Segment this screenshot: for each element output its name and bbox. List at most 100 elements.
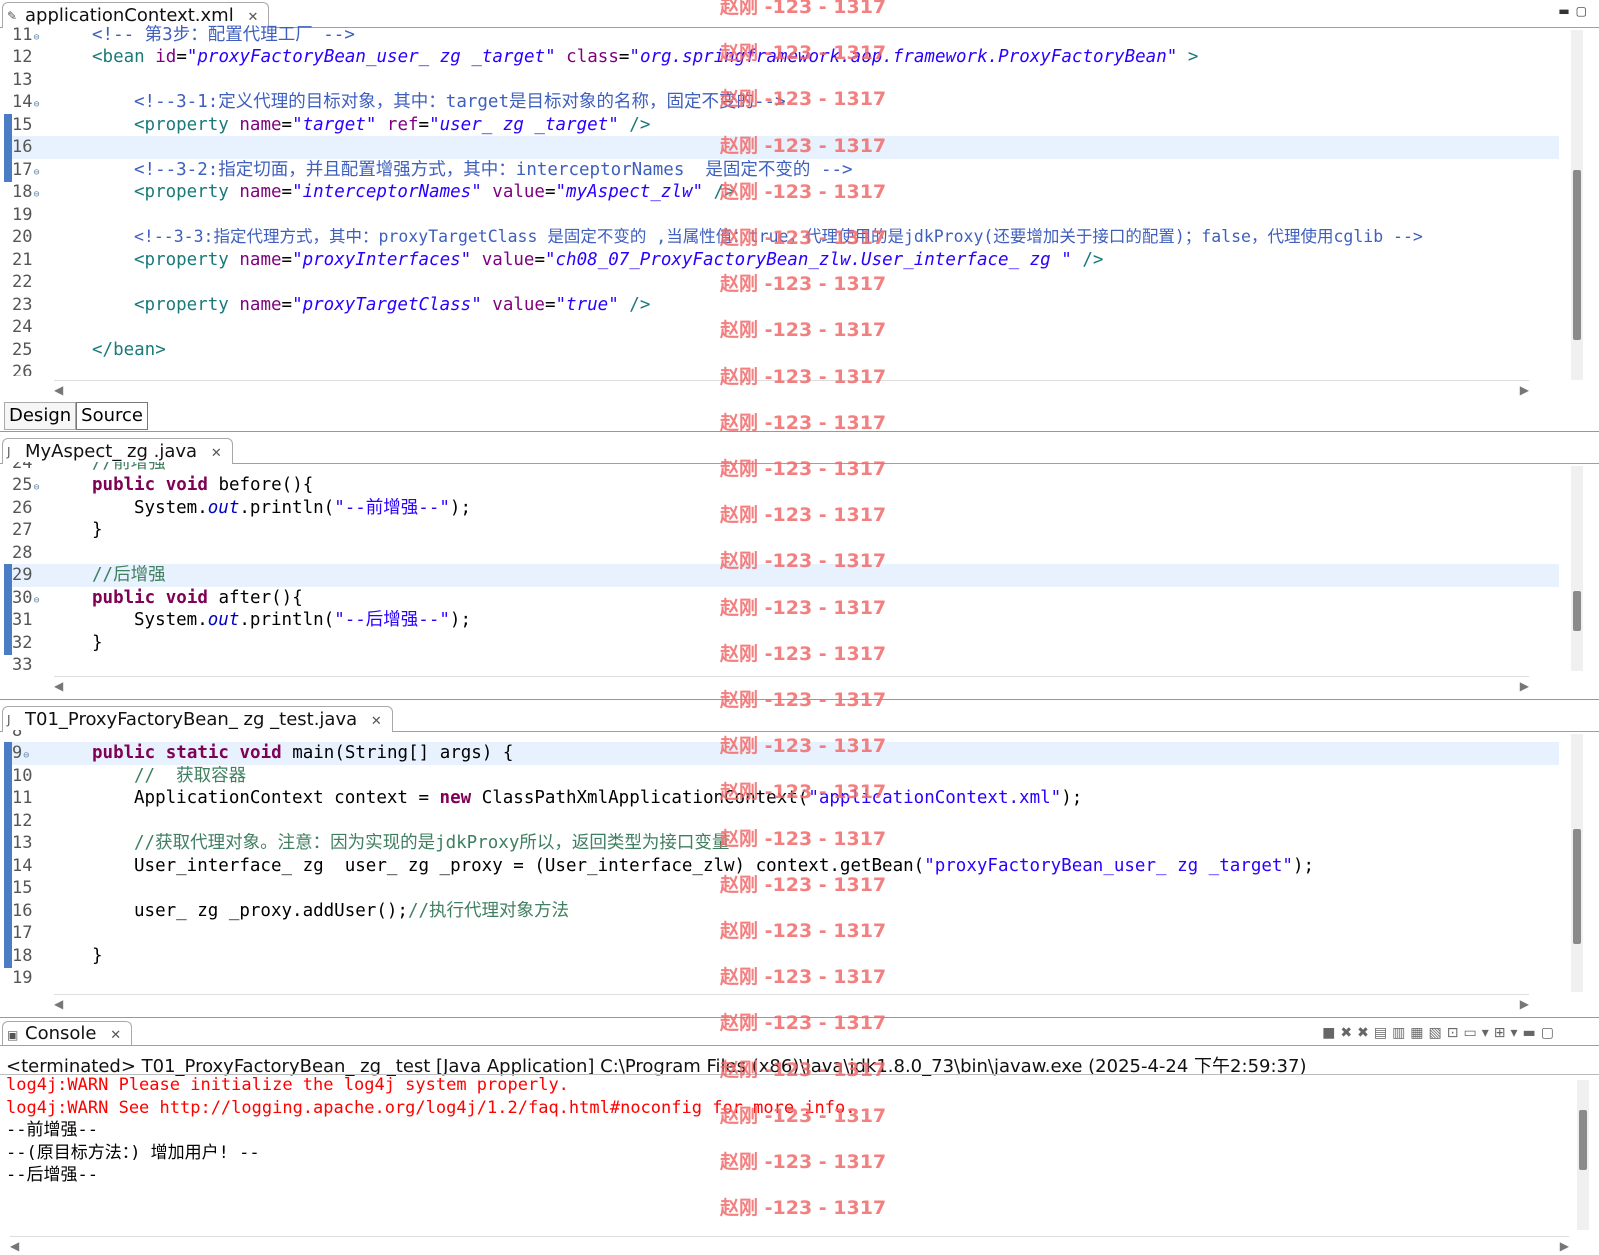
display-console-icon[interactable]: ▭ xyxy=(1464,1025,1482,1041)
code-line: 14 User_interface_ zg user_ zg _proxy = (… xyxy=(4,855,1559,878)
code-line: 27} xyxy=(12,520,103,540)
test-editor-panel: J T01_ProxyFactoryBean_ zg _test.java ✕ … xyxy=(0,704,1599,1018)
minimize-icon[interactable]: ▬ xyxy=(1523,1025,1541,1041)
change-marker xyxy=(4,922,12,945)
chevron-down-icon[interactable]: ▾ xyxy=(1482,1025,1494,1041)
remove-all-icon[interactable]: ✖ xyxy=(1357,1025,1374,1041)
scroll-right-icon[interactable]: ▶ xyxy=(1520,679,1529,693)
code-line-current: 16 xyxy=(4,136,1559,159)
close-icon[interactable]: ✕ xyxy=(110,1028,121,1043)
change-marker xyxy=(4,877,12,900)
horizontal-scrollbar[interactable]: ◀ ▶ xyxy=(10,1236,1569,1254)
clear-console-icon[interactable]: ▤ xyxy=(1374,1025,1392,1041)
tab-console[interactable]: ▣ Console ✕ xyxy=(2,1021,133,1045)
code-line: 26 System.out.println("--前增强--"); xyxy=(12,498,471,518)
code-line: 19 xyxy=(12,968,33,988)
window-controls[interactable]: ▬▢ xyxy=(1558,4,1593,18)
tab-title: T01_ProxyFactoryBean_ zg _test.java xyxy=(25,709,358,730)
change-marker xyxy=(4,159,12,182)
code-line: 11 ApplicationContext context = new Class… xyxy=(4,787,1559,810)
code-line: 32} xyxy=(4,632,1559,655)
chevron-down-icon[interactable]: ▾ xyxy=(1511,1025,1523,1041)
change-marker xyxy=(4,810,12,833)
scroll-left-icon[interactable]: ◀ xyxy=(10,1239,19,1253)
tab-title: applicationContext.xml xyxy=(25,5,234,26)
scroll-right-icon[interactable]: ▶ xyxy=(1560,1239,1569,1253)
terminate-icon[interactable]: ■ xyxy=(1322,1025,1340,1041)
test-editor-tabbar: J T01_ProxyFactoryBean_ zg _test.java ✕ xyxy=(0,704,1599,732)
vertical-scrollbar[interactable] xyxy=(1577,1080,1589,1230)
tab-t01-test-java[interactable]: J T01_ProxyFactoryBean_ zg _test.java ✕ xyxy=(2,706,393,732)
code-line: 31 System.out.println("--后增强--"); xyxy=(4,609,1559,632)
code-line: 17 xyxy=(4,922,1559,945)
aspect-editor-tabbar: J MyAspect_ zg .java ✕ xyxy=(0,436,1599,464)
tab-design[interactable]: Design xyxy=(4,402,77,430)
java-file-icon: J xyxy=(7,445,11,459)
code-line: 12 xyxy=(4,810,1559,833)
code-line: 19 xyxy=(12,205,33,225)
minimize-icon[interactable]: ▬ xyxy=(1558,4,1575,18)
console-line: log4j:WARN Please initialize the log4j s… xyxy=(6,1075,569,1095)
pin-console-icon[interactable]: ⊡ xyxy=(1447,1025,1464,1041)
code-line-current: 29//后增强 xyxy=(4,564,1559,587)
change-marker xyxy=(4,587,12,610)
horizontal-scrollbar[interactable]: ◀ ▶ xyxy=(54,676,1529,694)
scroll-left-icon[interactable]: ◀ xyxy=(54,679,63,693)
scroll-left-icon[interactable]: ◀ xyxy=(54,997,63,1011)
scroll-thumb[interactable] xyxy=(1573,829,1581,944)
change-marker xyxy=(4,900,12,923)
horizontal-scrollbar[interactable]: ◀ ▶ xyxy=(54,380,1529,398)
show-stdout-icon[interactable]: ▦ xyxy=(1410,1025,1428,1041)
console-line: --(原目标方法：) 增加用户! -- xyxy=(6,1142,260,1163)
change-marker xyxy=(4,945,12,968)
scroll-right-icon[interactable]: ▶ xyxy=(1520,383,1529,397)
test-code-area[interactable]: 8 9⊖ public static void main(String[] arg… xyxy=(4,730,1559,992)
code-line-current: 9⊖ public static void main(String[] args)… xyxy=(4,742,1559,765)
change-marker xyxy=(4,114,12,137)
scroll-right-icon[interactable]: ▶ xyxy=(1520,997,1529,1011)
vertical-scrollbar[interactable] xyxy=(1571,734,1583,992)
tab-title: MyAspect_ zg .java xyxy=(25,441,198,462)
scroll-left-icon[interactable]: ◀ xyxy=(54,383,63,397)
aspect-editor-panel: J MyAspect_ zg .java ✕ 24//前增强 25⊖ public… xyxy=(0,436,1599,700)
bean-open-tag: <bean id="proxyFactoryBean_user_ zg _tar… xyxy=(92,47,1199,67)
tab-source[interactable]: Source xyxy=(76,402,148,430)
horizontal-scrollbar[interactable]: ◀ ▶ xyxy=(54,994,1529,1012)
xml-code-area[interactable]: 11⊖ <!-- 第3步：配置代理工厂 --> 12 <bean id="proxy… xyxy=(4,24,1559,376)
code-line: 25⊖ public void before(){ xyxy=(12,475,314,495)
xml-file-icon: ✎ xyxy=(7,9,18,23)
scroll-lock-icon[interactable]: ▥ xyxy=(1392,1025,1410,1041)
code-line: 24//前增强 xyxy=(12,462,166,473)
code-line: 15 xyxy=(4,877,1559,900)
code-line: 15 <property name="target" ref="user_ zg … xyxy=(4,114,1559,137)
code-line: 11⊖ <!-- 第3步：配置代理工厂 --> xyxy=(12,25,355,45)
open-console-icon[interactable]: ⊞ xyxy=(1494,1025,1511,1041)
maximize-icon[interactable]: ▢ xyxy=(1541,1025,1559,1041)
console-tabbar: ▣ Console ✕ ■✖✖▤▥▦▧⊡▭▾⊞▾▬▢ xyxy=(0,1020,1599,1046)
close-icon[interactable]: ✕ xyxy=(247,10,258,25)
code-line: 17⊖ <!--3-2:指定切面，并且配置增强方式，其中：interceptorN… xyxy=(4,159,1559,182)
close-icon[interactable]: ✕ xyxy=(371,714,382,729)
scroll-thumb[interactable] xyxy=(1573,591,1581,631)
vertical-scrollbar[interactable] xyxy=(1571,466,1583,671)
close-icon[interactable]: ✕ xyxy=(211,446,222,461)
vertical-scrollbar[interactable] xyxy=(1571,30,1583,380)
change-marker xyxy=(4,765,12,788)
code-line: 13//获取代理对象。注意：因为实现的是jdkProxy所以，返回类型为接口变量 xyxy=(4,832,1559,855)
remove-launch-icon[interactable]: ✖ xyxy=(1340,1025,1357,1041)
console-output[interactable]: log4j:WARN Please initialize the log4j s… xyxy=(6,1074,1549,1187)
show-stderr-icon[interactable]: ▧ xyxy=(1429,1025,1447,1041)
code-line: 25 </bean> xyxy=(12,340,166,360)
ide-window: ✎ applicationContext.xml ✕ ▬▢ 11⊖ <!-- 第3… xyxy=(0,0,1599,1255)
code-line: 23 <property name="proxyTargetClass" valu… xyxy=(12,295,651,315)
code-line: 21 <property name="proxyInterfaces" value… xyxy=(12,250,1104,270)
scroll-thumb[interactable] xyxy=(1573,170,1581,340)
code-line: 28 xyxy=(12,543,33,563)
change-marker xyxy=(4,742,12,765)
maximize-icon[interactable]: ▢ xyxy=(1576,4,1593,18)
aspect-code-area[interactable]: 24//前增强 25⊖ public void before(){ 26 Syste… xyxy=(4,462,1559,672)
console-icon: ▣ xyxy=(7,1028,19,1042)
scroll-thumb[interactable] xyxy=(1579,1110,1587,1170)
tab-myaspect-java[interactable]: J MyAspect_ zg .java ✕ xyxy=(2,438,233,464)
console-toolbar: ■✖✖▤▥▦▧⊡▭▾⊞▾▬▢ xyxy=(1322,1025,1559,1041)
